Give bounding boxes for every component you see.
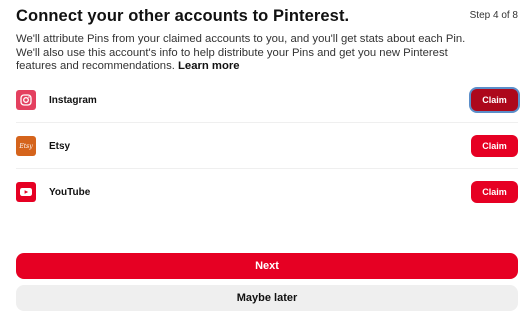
divider xyxy=(16,122,518,123)
account-row-etsy: Etsy Etsy Claim xyxy=(16,128,518,164)
description: We'll attribute Pins from your claimed a… xyxy=(16,33,516,74)
account-name-youtube: YouTube xyxy=(49,186,91,198)
etsy-icon: Etsy xyxy=(16,136,36,156)
instagram-icon xyxy=(16,90,36,110)
claim-etsy-button[interactable]: Claim xyxy=(471,135,518,157)
page-title: Connect your other accounts to Pinterest… xyxy=(16,7,350,25)
learn-more-link[interactable]: Learn more xyxy=(178,60,240,72)
account-name-instagram: Instagram xyxy=(49,94,97,106)
claim-instagram-button[interactable]: Claim xyxy=(471,89,518,111)
claim-youtube-button[interactable]: Claim xyxy=(471,181,518,203)
step-indicator: Step 4 of 8 xyxy=(469,10,518,21)
next-button[interactable]: Next xyxy=(16,253,518,279)
youtube-icon xyxy=(16,182,36,202)
account-row-instagram: Instagram Claim xyxy=(16,82,518,118)
maybe-later-button[interactable]: Maybe later xyxy=(16,285,518,311)
description-line-1: We'll attribute Pins from your claimed a… xyxy=(16,33,466,45)
description-line-3: features and recommendations. xyxy=(16,60,175,73)
description-line-2: We'll also use this account's info to he… xyxy=(16,46,448,59)
divider xyxy=(16,168,518,169)
account-name-etsy: Etsy xyxy=(49,140,71,152)
account-row-youtube: YouTube Claim xyxy=(16,174,518,210)
